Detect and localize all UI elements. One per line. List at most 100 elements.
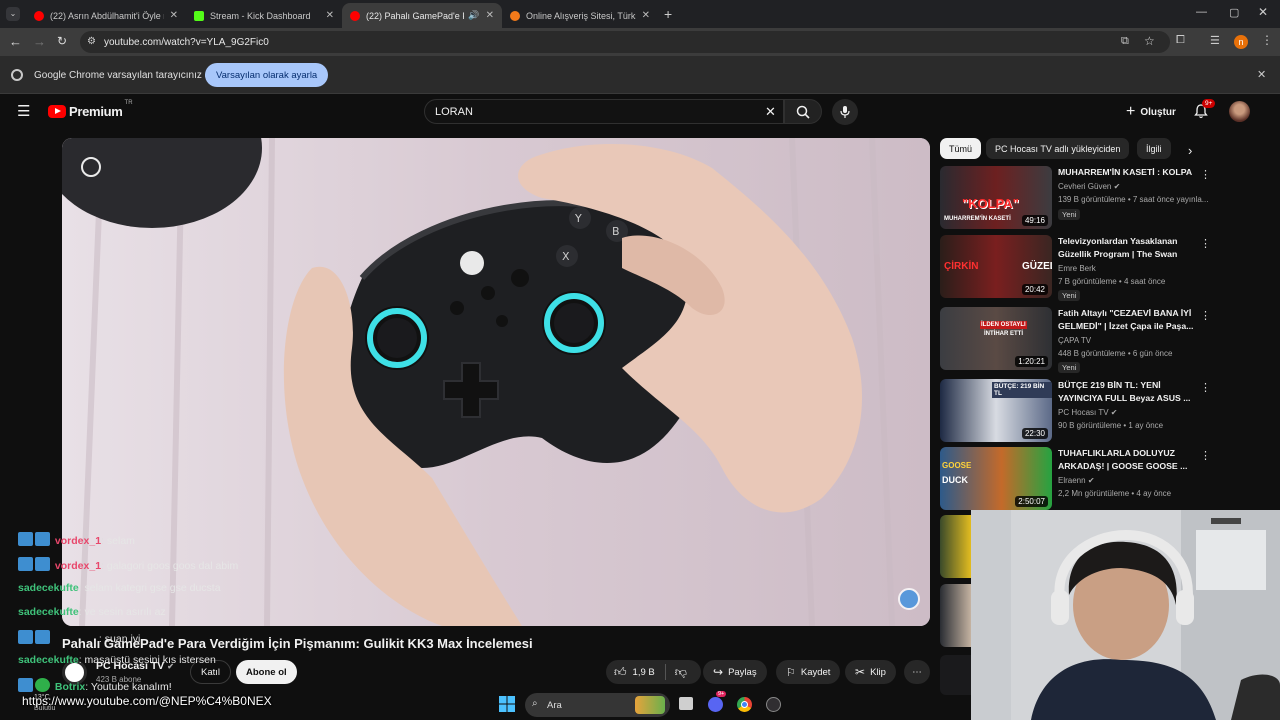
- youtube-logo[interactable]: Premium TR: [48, 100, 133, 119]
- video-thumbnail[interactable]: İLDEN OSTAYLI İNTİHAR ETTİ 1:20:21: [940, 307, 1052, 370]
- recommendation-item[interactable]: "KOLPA" MUHARREM'İN KASETİ 49:16 MUHARRE…: [940, 166, 1211, 230]
- video-thumbnail[interactable]: [940, 655, 972, 695]
- close-icon[interactable]: ✕: [642, 10, 650, 21]
- close-icon[interactable]: ✕: [486, 10, 494, 21]
- video-thumbnail[interactable]: BÜTÇE: 219 BİN TL 22:30: [940, 379, 1052, 442]
- reload-icon[interactable]: ↻: [57, 34, 67, 48]
- video-branding-icon[interactable]: [898, 588, 920, 610]
- discord-icon[interactable]: 9+: [708, 691, 727, 712]
- tab-search-button[interactable]: ⌄: [6, 7, 20, 21]
- forward-icon[interactable]: →: [33, 34, 46, 49]
- set-default-button[interactable]: Varsayılan olarak ayarla: [205, 63, 329, 87]
- channel-name[interactable]: ÇAPA TV: [1058, 336, 1091, 345]
- reading-list-icon[interactable]: ☰: [1210, 34, 1220, 47]
- channel-name[interactable]: Elraenn ✔: [1058, 476, 1095, 485]
- video-thumbnail[interactable]: [940, 515, 972, 578]
- browser-toolbar: ← → ↻ ⚙ youtube.com/watch?v=YLA_9G2Fic0 …: [0, 28, 1280, 56]
- tab-kick-dashboard[interactable]: Stream - Kick Dashboard ✕: [186, 3, 342, 28]
- tab-asrin[interactable]: (22) Asrın Abdülhamit'i Öyle m ✕: [26, 3, 186, 28]
- address-bar[interactable]: ⚙ youtube.com/watch?v=YLA_9G2Fic0 ⧉ ☆: [80, 31, 1170, 53]
- speaker-icon[interactable]: 🔊: [468, 10, 479, 21]
- video-duration: 20:42: [1021, 284, 1048, 295]
- video-player[interactable]: Y X B: [62, 138, 930, 626]
- start-button[interactable]: [499, 696, 515, 712]
- subscribe-button[interactable]: Abone ol: [236, 660, 297, 684]
- share-button[interactable]: ↪ Paylaş: [703, 660, 767, 684]
- new-tab-button[interactable]: +: [664, 6, 672, 22]
- search-input[interactable]: LORAN ✕: [424, 99, 784, 124]
- youtube-favicon-icon: [34, 10, 44, 21]
- search-button[interactable]: [784, 99, 822, 124]
- file-explorer-icon[interactable]: [679, 697, 693, 710]
- clip-button[interactable]: ✂ Klip: [845, 660, 896, 684]
- maximize-button[interactable]: ▢: [1229, 6, 1239, 19]
- taskbar-search[interactable]: ⌕ Ara: [525, 693, 670, 717]
- chevron-right-icon[interactable]: ›: [1188, 143, 1192, 158]
- channel-watermark-icon[interactable]: [81, 157, 101, 177]
- chrome-icon[interactable]: [737, 697, 752, 712]
- site-info-icon[interactable]: ⚙: [87, 36, 96, 47]
- clear-search-icon[interactable]: ✕: [765, 104, 776, 120]
- create-label: Oluştur: [1140, 106, 1176, 118]
- video-thumbnail[interactable]: GOOSE DUCK 2:50:07: [940, 447, 1052, 510]
- video-meta: 139 B görüntüleme • 7 saat önce yayınla.…: [1058, 195, 1209, 204]
- chip-uploader[interactable]: PC Hocası TV adlı yükleyiciden: [986, 138, 1130, 159]
- profile-avatar[interactable]: n: [1234, 35, 1248, 49]
- extensions-icon[interactable]: ⧠: [1176, 34, 1185, 47]
- chat-message: sadecekufte: ve sesin asırılı az: [18, 606, 166, 618]
- thumbs-down-icon[interactable]: 👎︎: [675, 665, 687, 680]
- window-close-button[interactable]: ✕: [1258, 5, 1268, 19]
- obs-icon[interactable]: [766, 697, 781, 712]
- recommendation-item[interactable]: GOOSE DUCK 2:50:07 TUHAFLIKLARLA DOLUYUZ…: [940, 447, 1211, 511]
- video-title[interactable]: MUHARREM'İN KASETİ : KOLPA: [1058, 166, 1203, 179]
- video-title[interactable]: Televizyonlardan Yasaklanan Güzellik Pro…: [1058, 235, 1203, 261]
- more-options-icon[interactable]: ⋮: [1200, 309, 1211, 322]
- create-button[interactable]: + Oluştur: [1116, 100, 1186, 124]
- close-icon[interactable]: ✕: [326, 10, 334, 21]
- more-actions-button[interactable]: ⋯: [904, 660, 930, 684]
- thumbnail-subtext: MUHARREM'İN KASETİ: [944, 216, 1011, 222]
- kick-badge-icon: [18, 557, 33, 571]
- chip-related[interactable]: İlgili: [1137, 138, 1171, 159]
- voice-search-button[interactable]: [832, 99, 858, 125]
- recommendation-item[interactable]: BÜTÇE: 219 BİN TL 22:30 BÜTÇE 219 BİN TL…: [940, 379, 1211, 443]
- channel-name[interactable]: Emre Berk: [1058, 264, 1096, 273]
- tab-title: (22) Pahalı GamePad'e Para: [366, 10, 464, 21]
- bookmark-star-icon[interactable]: ☆: [1144, 34, 1155, 48]
- kick-badge-icon: [18, 532, 33, 546]
- more-options-icon[interactable]: ⋮: [1200, 381, 1211, 394]
- video-thumbnail[interactable]: [940, 584, 972, 647]
- channel-name[interactable]: Cevheri Güven ✔: [1058, 182, 1120, 191]
- video-title[interactable]: BÜTÇE 219 BİN TL: YENİ YAYINCIYA FULL Be…: [1058, 379, 1203, 405]
- more-options-icon[interactable]: ⋮: [1200, 168, 1211, 181]
- video-thumbnail[interactable]: ÇİRKİN GÜZEL 20:42: [940, 235, 1052, 298]
- recommendation-item[interactable]: ÇİRKİN GÜZEL 20:42 Televizyonlardan Yasa…: [940, 235, 1211, 301]
- tab-online-alisveris[interactable]: Online Alışveriş Sitesi, Türkiye'n ✕: [502, 3, 658, 28]
- tab-gamepad-video[interactable]: (22) Pahalı GamePad'e Para 🔊 ✕: [342, 3, 502, 28]
- hamburger-menu-icon[interactable]: ☰: [17, 102, 30, 120]
- channel-name[interactable]: PC Hocası TV ✔: [1058, 408, 1117, 417]
- thumbnail-text: ÇİRKİN: [944, 261, 979, 272]
- cast-icon[interactable]: ⧉: [1121, 35, 1129, 48]
- video-thumbnail[interactable]: "KOLPA" MUHARREM'İN KASETİ 49:16: [940, 166, 1052, 229]
- close-icon[interactable]: ✕: [170, 10, 178, 21]
- more-options-icon[interactable]: ⋮: [1200, 237, 1211, 250]
- back-icon[interactable]: ←: [9, 34, 22, 49]
- thumbnail-text: BÜTÇE: 219 BİN TL: [992, 382, 1052, 398]
- scissors-icon: ✂: [855, 665, 866, 679]
- youtube-header: ☰ Premium TR LORAN ✕ + Oluştur 9+: [0, 94, 1280, 130]
- browser-menu-icon[interactable]: ⋮: [1261, 33, 1273, 47]
- avatar[interactable]: [1229, 101, 1250, 122]
- chat-message: vordex_1: selam: [18, 532, 135, 547]
- video-title[interactable]: Fatih Altaylı "CEZAEVİ BANA İYİ GELMEDİ"…: [1058, 307, 1203, 333]
- more-options-icon[interactable]: ⋮: [1200, 449, 1211, 462]
- like-button[interactable]: 👍︎ 1,9 B 👎︎: [606, 660, 701, 684]
- save-button[interactable]: ⚐ Kaydet: [776, 660, 841, 684]
- notifications-button[interactable]: 9+: [1194, 99, 1216, 124]
- minimize-button[interactable]: —: [1196, 6, 1207, 18]
- infobar-close-icon[interactable]: ✕: [1257, 68, 1266, 81]
- video-title[interactable]: TUHAFLIKLARLA DOLUYUZ ARKADAŞ! | GOOSE G…: [1058, 447, 1203, 473]
- video-meta: 2,2 Mn görüntüleme • 4 ay önce: [1058, 489, 1172, 498]
- chip-all[interactable]: Tümü: [940, 138, 982, 159]
- recommendation-item[interactable]: İLDEN OSTAYLI İNTİHAR ETTİ 1:20:21 Fatih…: [940, 307, 1211, 373]
